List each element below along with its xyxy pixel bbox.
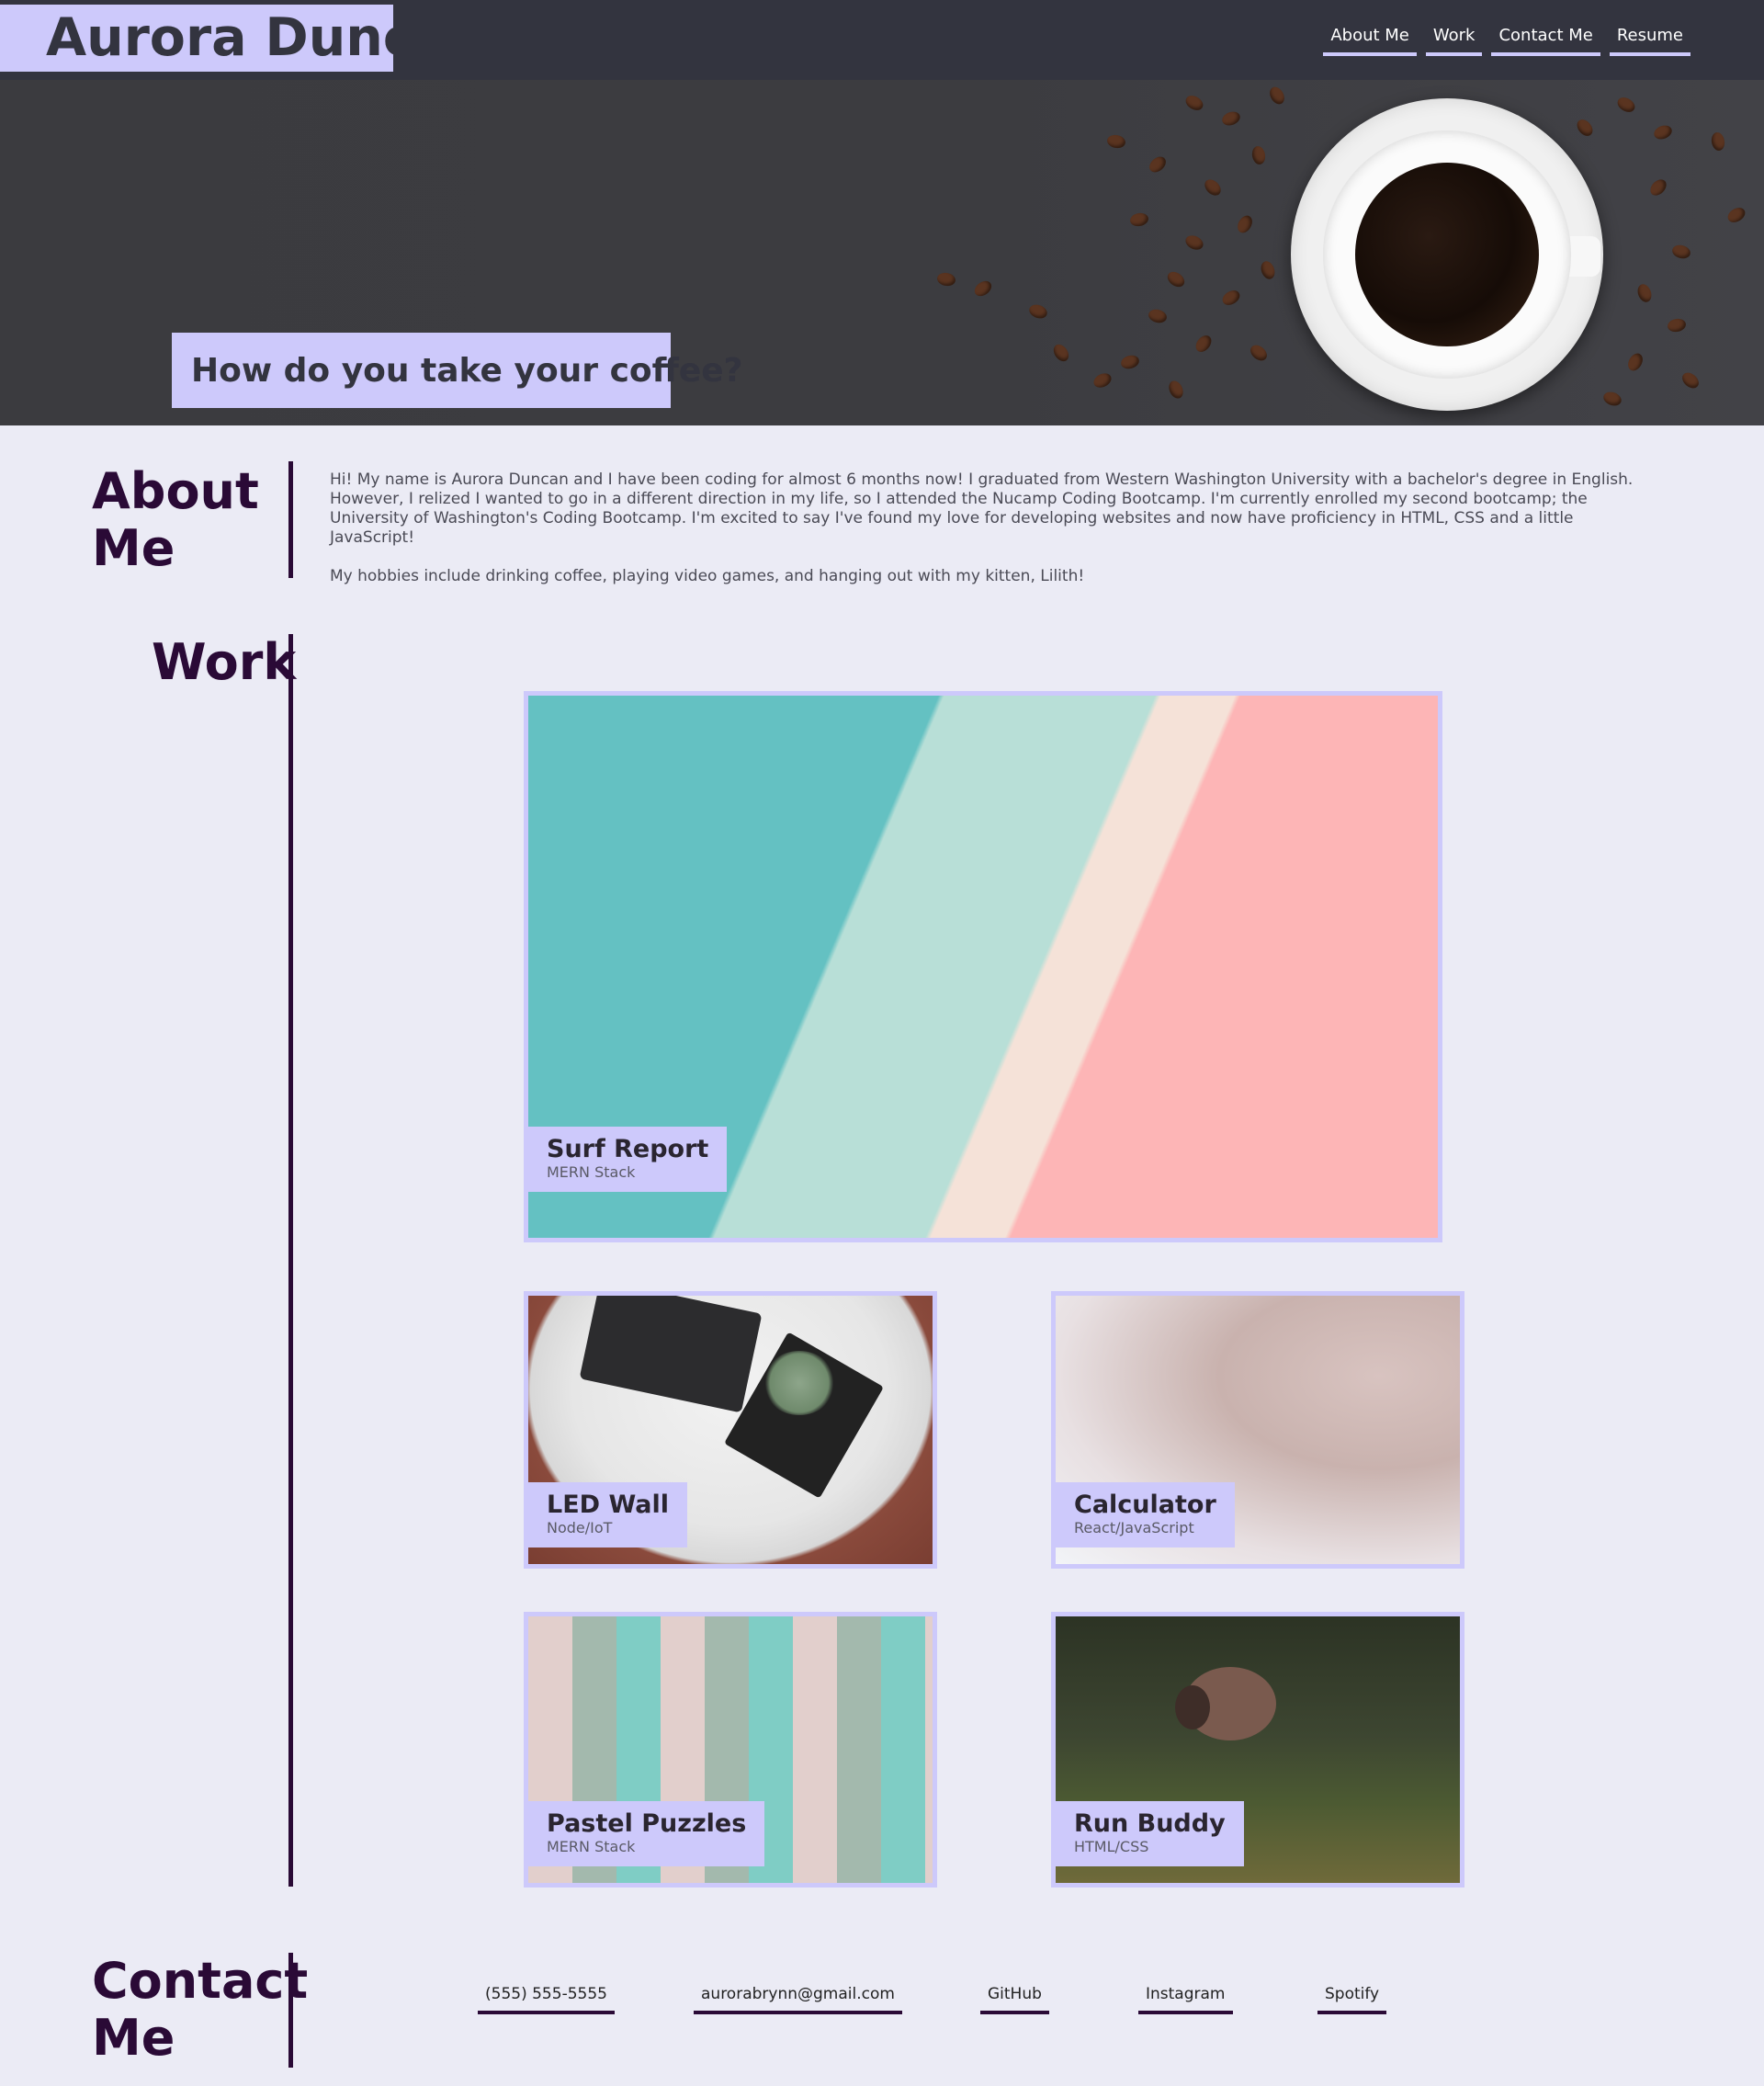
about-divider bbox=[288, 461, 293, 578]
coffee-surface bbox=[1355, 163, 1539, 346]
about-text: Hi! My name is Aurora Duncan and I have … bbox=[330, 470, 1653, 586]
project-label: LED Wall Node/IoT bbox=[528, 1482, 688, 1547]
project-label: Run Buddy HTML/CSS bbox=[1056, 1801, 1244, 1866]
hero-banner: How do you take your coffee? bbox=[0, 80, 1764, 425]
work-divider bbox=[288, 634, 293, 1887]
site-brand[interactable]: Aurora Duncan bbox=[0, 5, 393, 72]
project-label: Calculator React/JavaScript bbox=[1056, 1482, 1235, 1547]
plant-graphic bbox=[763, 1351, 836, 1415]
contact-phone-link[interactable]: (555) 555-5555 bbox=[478, 1985, 615, 2014]
contact-divider bbox=[288, 1953, 293, 2068]
about-heading: About Me bbox=[92, 462, 259, 577]
nav-link-resume[interactable]: Resume bbox=[1609, 22, 1690, 56]
nav-link-contact-me[interactable]: Contact Me bbox=[1491, 22, 1600, 56]
work-heading: Work bbox=[152, 633, 297, 691]
contact-email-link[interactable]: aurorabrynn@gmail.com bbox=[694, 1985, 902, 2014]
contact-instagram-link[interactable]: Instagram bbox=[1138, 1985, 1233, 2014]
site-header: Aurora Duncan About Me Work Contact Me R… bbox=[0, 0, 1764, 80]
project-card-led-wall[interactable]: LED Wall Node/IoT bbox=[524, 1291, 937, 1569]
contact-heading: Contact Me bbox=[92, 1952, 309, 2067]
project-card-surf-report[interactable]: Surf Report MERN Stack bbox=[524, 691, 1442, 1242]
about-paragraph-2: My hobbies include drinking coffee, play… bbox=[330, 567, 1085, 585]
project-card-pastel-puzzles[interactable]: Pastel Puzzles MERN Stack bbox=[524, 1612, 937, 1888]
project-card-run-buddy[interactable]: Run Buddy HTML/CSS bbox=[1051, 1612, 1464, 1888]
bird-head-graphic bbox=[1175, 1685, 1210, 1729]
project-card-calculator[interactable]: Calculator React/JavaScript bbox=[1051, 1291, 1464, 1569]
nav-link-work[interactable]: Work bbox=[1425, 22, 1483, 56]
contact-spotify-link[interactable]: Spotify bbox=[1317, 1985, 1387, 2014]
project-label: Pastel Puzzles MERN Stack bbox=[528, 1801, 765, 1866]
laptop-graphic bbox=[579, 1296, 763, 1413]
nav-link-about-me[interactable]: About Me bbox=[1323, 22, 1417, 56]
contact-github-link[interactable]: GitHub bbox=[980, 1985, 1049, 2014]
project-label: Surf Report MERN Stack bbox=[528, 1127, 728, 1192]
hero-tagline: How do you take your coffee? bbox=[172, 333, 743, 408]
main-nav: About Me Work Contact Me Resume bbox=[1323, 22, 1690, 56]
about-paragraph-1: Hi! My name is Aurora Duncan and I have … bbox=[330, 470, 1634, 547]
